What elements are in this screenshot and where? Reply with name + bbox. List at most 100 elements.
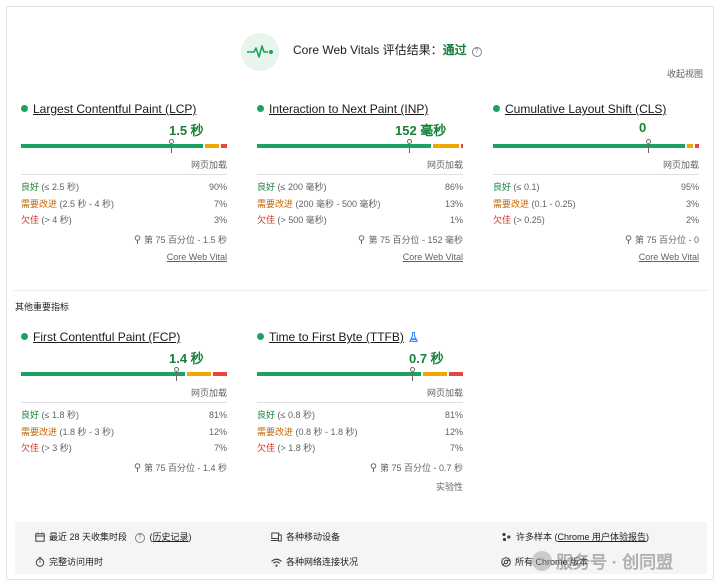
metric-value: 0.7 秒 (409, 351, 444, 366)
bar-needs-improvement-segment (204, 144, 219, 148)
p75-marker (169, 139, 175, 153)
assessment-header: Core Web Vitals 评估结果：通过? 收起视图 (7, 7, 715, 87)
row-needs-improvement: 需要改进 (1.8 秒 - 3 秒) 12% (21, 424, 227, 441)
row-poor: 欠佳 (> 500 毫秒) 1% (257, 212, 463, 229)
row-label: 欠佳 (21, 443, 40, 453)
row-label: 欠佳 (21, 215, 40, 225)
row-range: (≤ 200 毫秒) (277, 182, 327, 192)
row-label: 良好 (21, 410, 40, 420)
metric-title: Largest Contentful Paint (LCP) (21, 102, 227, 118)
pin-icon (134, 235, 141, 244)
metric-name-link[interactable]: Time to First Byte (TTFB) (269, 330, 404, 344)
bar-good-segment (493, 144, 685, 148)
row-percent: 95% (680, 182, 699, 192)
experimental-flask-icon (408, 332, 418, 342)
pin-icon (625, 235, 632, 244)
percentile-text: 第 75 百分位 - 0 (634, 235, 699, 245)
status-dot (21, 333, 28, 340)
bar-caption: 网页加载 (426, 388, 463, 398)
sample-count: 许多样本 (Chrome 用户体验报告) (501, 530, 649, 543)
metric-lcp: Largest Contentful Paint (LCP) 1.5 秒 网页加… (21, 102, 227, 262)
row-range: (> 500 毫秒) (277, 215, 327, 225)
status-dot (21, 105, 28, 112)
status-dot (493, 105, 500, 112)
percentile-text: 第 75 百分位 - 1.4 秒 (143, 463, 227, 473)
chrome-icon (501, 557, 511, 567)
row-label: 良好 (257, 410, 276, 420)
row-percent: 81% (208, 410, 227, 420)
row-percent: 12% (208, 426, 227, 437)
metric-title: Cumulative Layout Shift (CLS) (493, 102, 699, 118)
collapse-view-link[interactable]: 收起视图 (667, 67, 703, 80)
watermark: 服务号 · 创同盟 (532, 548, 673, 573)
row-poor: 欠佳 (> 3 秒) 7% (21, 440, 227, 457)
timer-icon (35, 557, 45, 567)
experimental-label: 实验性 (435, 482, 463, 492)
network-conditions: 各种网络连接状况 (271, 555, 358, 568)
pin-icon (359, 235, 365, 244)
help-icon[interactable]: ? (134, 533, 145, 543)
row-percent: 13% (444, 198, 463, 209)
distribution-rows: 良好 (≤ 1.8 秒) 81% 需要改进 (1.8 秒 - 3 秒) 12% 欠佳… (21, 407, 227, 457)
row-label: 欠佳 (493, 215, 512, 225)
row-range: (> 4 秒) (41, 215, 72, 225)
help-icon[interactable]: ? (471, 47, 482, 57)
assessment-title-text: Core Web Vitals 评估结果： (293, 43, 443, 57)
percentile-label: 第 75 百分位 - 1.4 秒 (134, 461, 227, 474)
metric-name-link[interactable]: Largest Contentful Paint (LCP) (33, 102, 196, 116)
bar-good-segment (257, 372, 421, 376)
calendar-icon (35, 532, 45, 542)
row-percent: 3% (685, 198, 699, 209)
devices-icon (271, 532, 282, 542)
bar-needs-improvement-segment (432, 144, 459, 148)
row-percent: 2% (685, 215, 699, 225)
other-metrics-title: 其他重要指标 (15, 302, 70, 312)
metric-ttfb: Time to First Byte (TTFB) 0.7 秒 网页加载 良好 … (257, 330, 463, 492)
vitals-pulse-icon (241, 33, 279, 71)
row-range: (0.8 秒 - 1.8 秒) (295, 426, 358, 437)
core-web-vital-link[interactable]: Core Web Vital (639, 252, 699, 262)
history-link[interactable]: 历史记录 (153, 532, 189, 542)
percentile-label: 第 75 百分位 - 0 (625, 233, 699, 246)
row-needs-improvement: 需要改进 (2.5 秒 - 4 秒) 7% (21, 196, 227, 213)
bar-needs-improvement-segment (686, 144, 693, 148)
assessment-title: Core Web Vitals 评估结果：通过? (293, 41, 482, 58)
p75-marker (407, 139, 413, 153)
bar-good-segment (21, 144, 203, 148)
metric-name-link[interactable]: First Contentful Paint (FCP) (33, 330, 180, 344)
row-range: (1.8 秒 - 3 秒) (59, 426, 115, 437)
device-types: 各种移动设备 (271, 530, 340, 543)
divider (21, 174, 227, 175)
row-good: 良好 (≤ 2.5 秒) 90% (21, 179, 227, 196)
row-percent: 90% (208, 182, 227, 192)
distribution-bar (21, 144, 227, 148)
p75-marker (173, 367, 179, 381)
assessment-status: 通过 (442, 43, 467, 57)
bar-good-segment (21, 372, 185, 376)
bar-poor-segment (460, 144, 463, 148)
metric-name-link[interactable]: Interaction to Next Paint (INP) (269, 102, 428, 116)
row-poor: 欠佳 (> 4 秒) 3% (21, 212, 227, 229)
row-percent: 1% (449, 215, 463, 225)
crux-report-link[interactable]: Chrome 用户体验报告 (558, 532, 647, 542)
watermark-text: 服务号 · 创同盟 (556, 553, 674, 572)
metric-name-link[interactable]: Cumulative Layout Shift (CLS) (505, 102, 666, 116)
divider (21, 402, 227, 403)
metric-value: 1.4 秒 (169, 351, 204, 366)
divider (493, 174, 699, 175)
metric-title: Interaction to Next Paint (INP) (257, 102, 463, 118)
core-web-vital-link[interactable]: Core Web Vital (403, 252, 463, 262)
bar-caption: 网页加载 (190, 160, 227, 170)
bar-poor-segment (220, 144, 227, 148)
core-web-vital-link[interactable]: Core Web Vital (167, 252, 227, 262)
bar-poor-segment (694, 144, 699, 148)
row-percent: 7% (449, 443, 463, 453)
bar-good-segment (257, 144, 431, 148)
section-divider (13, 290, 709, 291)
distribution-bar (257, 372, 463, 376)
row-percent: 7% (213, 443, 227, 453)
p75-marker (409, 367, 415, 381)
row-needs-improvement: 需要改进 (0.1 - 0.25) 3% (493, 196, 699, 213)
wifi-icon (271, 558, 282, 567)
distribution-rows: 良好 (≤ 0.1) 95% 需要改进 (0.1 - 0.25) 3% 欠佳 (> … (493, 179, 699, 229)
